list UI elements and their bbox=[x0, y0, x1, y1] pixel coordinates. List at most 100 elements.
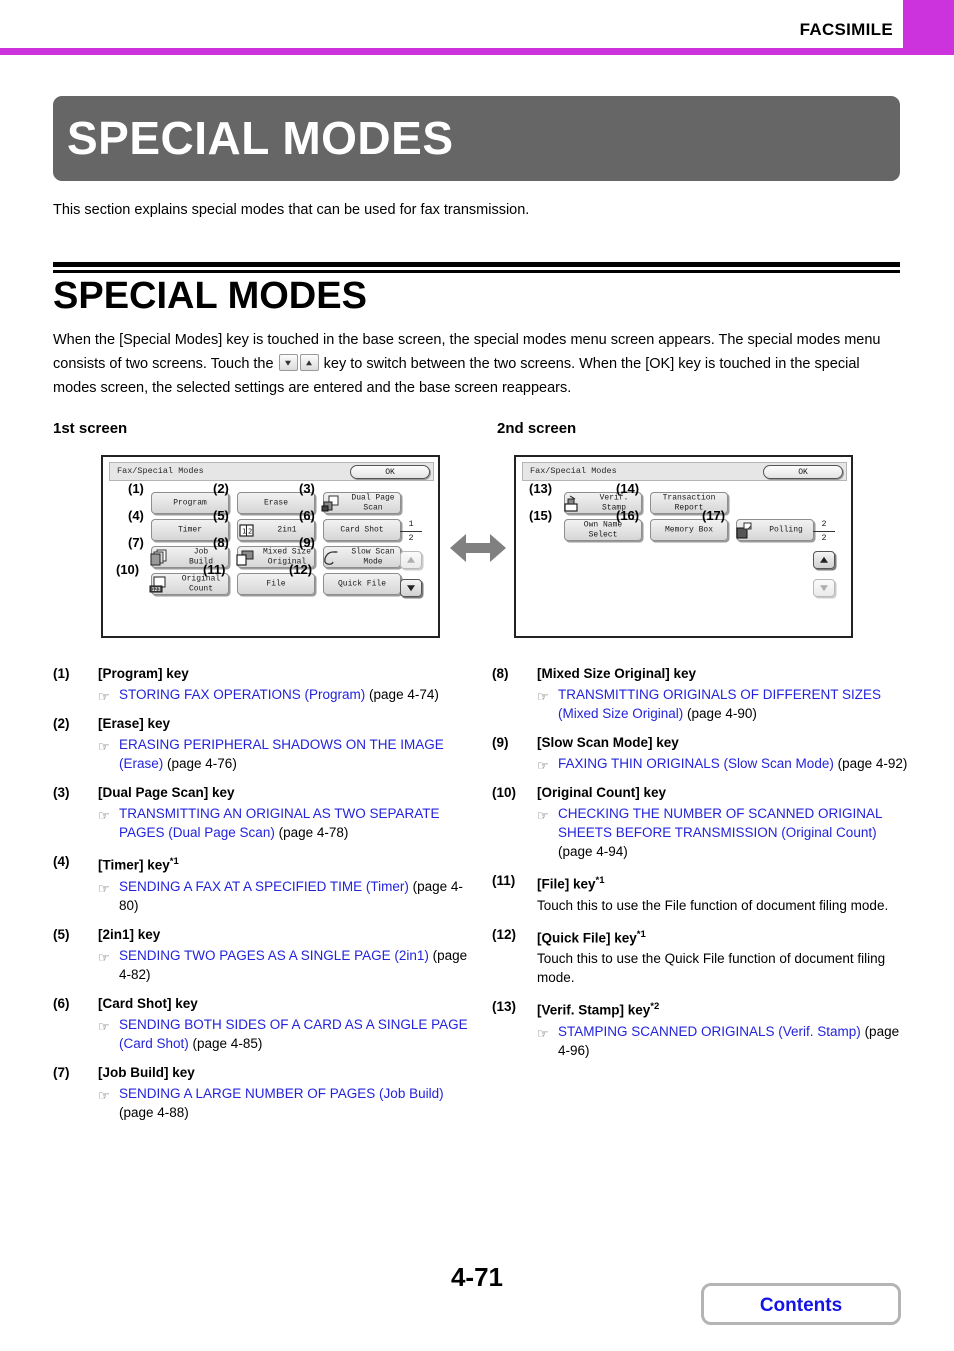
key-description-item: (2) [Erase] key ☞ ERASING PERIPHERAL SHADOW… bbox=[53, 715, 473, 773]
verif-stamp-icon bbox=[564, 495, 578, 512]
key-description-name: [Original Count] key bbox=[537, 785, 667, 800]
cross-reference-link[interactable]: FAXING THIN ORIGINALS (Slow Scan Mode) bbox=[558, 756, 834, 771]
key-description-name: [Dual Page Scan] key bbox=[98, 785, 235, 800]
key-polling[interactable]: Polling bbox=[736, 519, 814, 541]
cross-reference-page: (page 4-74) bbox=[365, 687, 439, 702]
section-divider-thin bbox=[53, 270, 900, 273]
key-description-heading: (9) [Slow Scan Mode] key bbox=[492, 734, 912, 752]
callout-15: (15) bbox=[529, 508, 553, 523]
key-description-item: (9) [Slow Scan Mode] key ☞ FAXING THIN ORIG… bbox=[492, 734, 912, 773]
ok-button-label: OK bbox=[385, 468, 395, 477]
callout-6: (6) bbox=[299, 508, 315, 523]
cross-reference[interactable]: ☞ CHECKING THE NUMBER OF SCANNED ORIGINAL… bbox=[492, 804, 912, 861]
cross-reference[interactable]: ☞ TRANSMITTING ORIGINALS OF DIFFERENT SIZ… bbox=[492, 685, 912, 723]
key-description-name: [Mixed Size Original] key bbox=[537, 666, 697, 681]
cross-reference-link[interactable]: STORING FAX OPERATIONS (Program) bbox=[119, 687, 365, 702]
scroll-up-button[interactable] bbox=[400, 551, 422, 569]
key-description-name: [Card Shot] key bbox=[98, 995, 198, 1011]
pointing-hand-icon: ☞ bbox=[537, 808, 549, 823]
cross-reference[interactable]: ☞ STAMPING SCANNED ORIGINALS (Verif. Stam… bbox=[492, 1022, 912, 1060]
key-description-number: (10) bbox=[492, 785, 517, 800]
key-description-text: Touch this to use the Quick File functio… bbox=[537, 951, 886, 985]
key-description-heading: (7) [Job Build] key bbox=[53, 1064, 473, 1082]
two-in-one-icon: 1 2 bbox=[239, 524, 254, 537]
key-description-heading: (12) [Quick File] key*1 bbox=[492, 926, 912, 948]
polling-icon bbox=[736, 522, 752, 539]
key-description-item: (3) [Dual Page Scan] key ☞ TRANSMITTING AN … bbox=[53, 784, 473, 842]
key-description-item: (1) [Program] key ☞ STORING FAX OPERATIONS … bbox=[53, 665, 473, 704]
contents-button[interactable]: Contents bbox=[701, 1283, 901, 1325]
second-screen-panel: Fax/Special Modes OK Verif. Stamp Transa… bbox=[514, 455, 853, 638]
pointing-hand-icon: ☞ bbox=[98, 808, 110, 823]
cross-reference[interactable]: ☞ SENDING A FAX AT A SPECIFIED TIME (Time… bbox=[53, 877, 473, 915]
cross-reference-page: (page 4-90) bbox=[683, 706, 757, 721]
intro-paragraph: This section explains special modes that… bbox=[53, 202, 530, 218]
key-description-number: (8) bbox=[492, 666, 509, 681]
key-slow-scan-mode[interactable]: Slow Scan Mode bbox=[323, 546, 401, 568]
ok-button[interactable]: OK bbox=[350, 465, 430, 479]
key-description-heading: (11) [File] key*1 bbox=[492, 872, 912, 894]
scroll-up-key-inline-icon bbox=[299, 354, 319, 371]
key-description-name: [Timer] key bbox=[98, 857, 170, 873]
callout-3: (3) bbox=[299, 481, 315, 496]
cross-reference[interactable]: ☞ STORING FAX OPERATIONS (Program) (page … bbox=[53, 685, 473, 704]
cross-reference[interactable]: ☞ TRANSMITTING AN ORIGINAL AS TWO SEPARAT… bbox=[53, 804, 473, 842]
key-description-item: (12) [Quick File] key*1 Touch this to use … bbox=[492, 926, 912, 988]
key-description-number: (12) bbox=[492, 926, 517, 942]
key-description-item: (4) [Timer] key*1 ☞ SENDING A FAX AT A SPEC… bbox=[53, 853, 473, 915]
cross-reference-link[interactable]: SENDING TWO PAGES AS A SINGLE PAGE (2in1… bbox=[119, 948, 429, 963]
pointing-hand-icon: ☞ bbox=[537, 1025, 549, 1041]
key-description-heading: (5) [2in1] key bbox=[53, 926, 473, 944]
key-description-heading: (10) [Original Count] key bbox=[492, 784, 912, 802]
cross-reference-page: (page 4-88) bbox=[119, 1104, 189, 1120]
key-description-number: (11) bbox=[492, 873, 516, 888]
pointing-hand-icon: ☞ bbox=[537, 689, 549, 704]
key-description-item: (8) [Mixed Size Original] key ☞ TRANSMITTIN… bbox=[492, 665, 912, 723]
key-description-name: [Slow Scan Mode] key bbox=[537, 735, 679, 750]
cross-reference[interactable]: ☞ SENDING BOTH SIDES OF A CARD AS A SINGL… bbox=[53, 1015, 473, 1053]
key-dual-page-scan[interactable]: Dual Page Scan bbox=[321, 492, 401, 514]
ok-button-label: OK bbox=[798, 468, 808, 477]
key-description-item: (7) [Job Build] key ☞ SENDING A LARGE NUMBE… bbox=[53, 1064, 473, 1122]
chapter-tab-marker bbox=[903, 0, 954, 48]
cross-reference-page: (page 4-76) bbox=[163, 756, 237, 771]
key-description-heading: (3) [Dual Page Scan] key bbox=[53, 784, 473, 802]
cross-reference[interactable]: ☞ SENDING TWO PAGES AS A SINGLE PAGE (2in… bbox=[53, 946, 473, 984]
svg-text:123: 123 bbox=[152, 587, 161, 593]
key-quick-file[interactable]: Quick File bbox=[323, 573, 401, 595]
contents-button-label: Contents bbox=[759, 1295, 843, 1316]
cross-reference-link[interactable]: CHECKING THE NUMBER OF SCANNED ORIGINAL … bbox=[558, 806, 882, 840]
cross-reference-link[interactable]: SENDING BOTH SIDES OF A CARD AS A SINGLE… bbox=[119, 1017, 468, 1051]
page-indicator: 2 2 bbox=[812, 519, 836, 543]
scroll-up-button[interactable] bbox=[813, 551, 835, 569]
key-description-number: (3) bbox=[53, 785, 70, 800]
key-description-number: (1) bbox=[53, 666, 70, 681]
job-build-icon bbox=[150, 549, 167, 566]
original-count-icon: 123 bbox=[149, 576, 166, 593]
cross-reference-link[interactable]: STAMPING SCANNED ORIGINALS (Verif. Stamp… bbox=[558, 1024, 861, 1039]
scroll-down-button[interactable] bbox=[400, 579, 422, 597]
svg-text:2: 2 bbox=[248, 528, 252, 536]
key-description-item: (13) [Verif. Stamp] key*2 ☞ STAMPING SCANNE… bbox=[492, 998, 912, 1060]
key-description-heading: (1) [Program] key bbox=[53, 665, 473, 683]
cross-reference-link[interactable]: SENDING A LARGE NUMBER OF PAGES (Job Bui… bbox=[119, 1086, 444, 1101]
key-card-shot[interactable]: Card Shot bbox=[323, 519, 401, 541]
cross-reference[interactable]: ☞ FAXING THIN ORIGINALS (Slow Scan Mode) … bbox=[492, 754, 912, 773]
key-description-item: (5) [2in1] key ☞ SENDING TWO PAGES AS A SIN… bbox=[53, 926, 473, 984]
svg-text:1: 1 bbox=[242, 528, 246, 536]
key-description-name: [2in1] key bbox=[98, 926, 161, 942]
chapter-banner-title: SPECIAL MODES bbox=[67, 112, 454, 164]
cross-reference-link[interactable]: SENDING A FAX AT A SPECIFIED TIME (Timer… bbox=[119, 879, 409, 894]
callout-2: (2) bbox=[213, 481, 229, 496]
cross-reference-page: (page 4-78) bbox=[274, 825, 349, 840]
cross-reference[interactable]: ☞ SENDING A LARGE NUMBER OF PAGES (Job Bu… bbox=[53, 1084, 473, 1122]
key-description-name: [Verif. Stamp] key bbox=[537, 1002, 651, 1018]
scroll-down-button[interactable] bbox=[813, 579, 835, 597]
dual-page-scan-icon bbox=[321, 495, 339, 512]
ok-button[interactable]: OK bbox=[763, 465, 843, 479]
key-description-heading: (2) [Erase] key bbox=[53, 715, 473, 733]
pointing-hand-icon: ☞ bbox=[98, 880, 110, 896]
key-description-number: (9) bbox=[492, 735, 509, 750]
cross-reference[interactable]: ☞ ERASING PERIPHERAL SHADOWS ON THE IMAGE… bbox=[53, 735, 473, 773]
page-indicator-current: 1 bbox=[408, 519, 414, 529]
